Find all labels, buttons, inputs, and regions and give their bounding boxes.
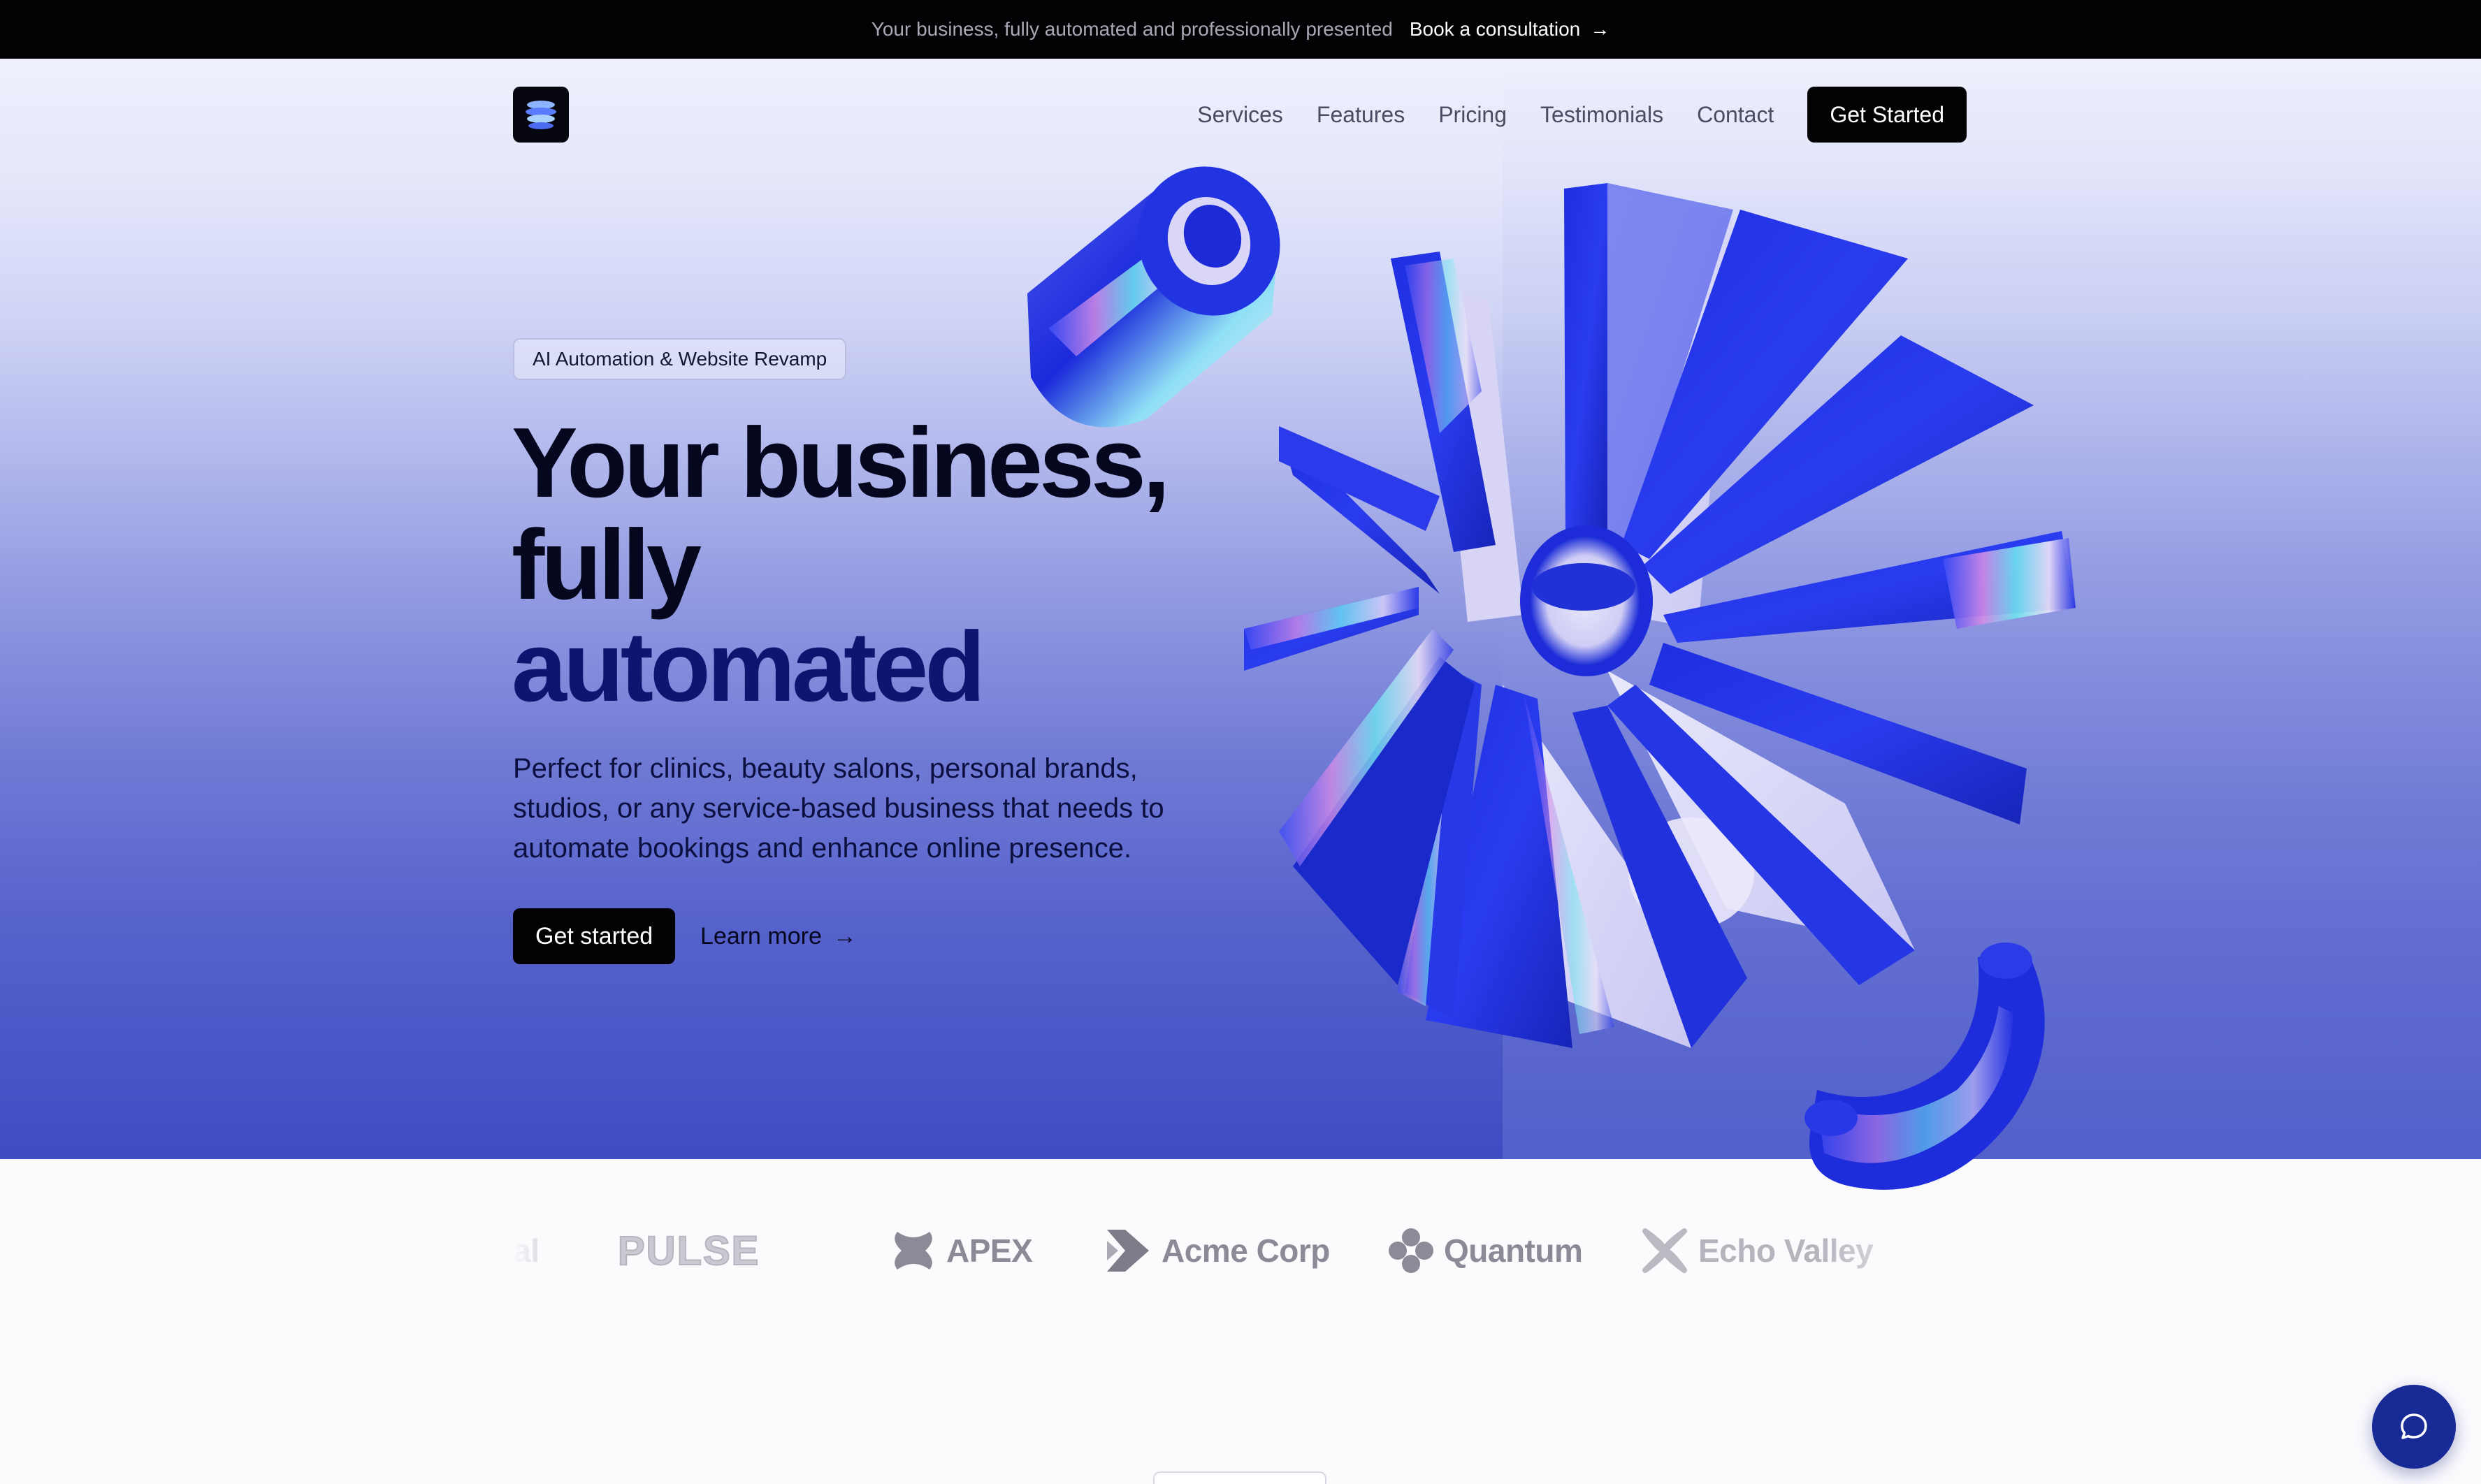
logo-fade-right [1817,1209,1971,1293]
main-nav: Services Features Pricing Testimonials C… [1197,87,1967,143]
nav-testimonials[interactable]: Testimonials [1540,102,1663,128]
logo-fade-left [513,1209,611,1293]
chat-bubble-icon [2401,1413,2427,1439]
x-petal-icon [1642,1228,1687,1273]
nav-services[interactable]: Services [1197,102,1283,128]
client-logo-strip: al PULSE APEX Acme Corp Quantum Echo Val… [513,1216,1967,1286]
learn-more-link[interactable]: Learn more → [700,908,857,964]
logo-quantum-label: Quantum [1444,1232,1583,1269]
logo-acme-corp: Acme Corp [1104,1216,1330,1286]
arrow-right-icon: → [832,922,857,950]
nav-pricing[interactable]: Pricing [1438,102,1507,128]
logo-apex-label: APEX [946,1232,1033,1269]
book-consultation-link[interactable]: Book a consultation → [1410,18,1610,41]
section-label-pill [1153,1471,1326,1484]
logo-pulse-label: PULSE [617,1228,760,1274]
learn-more-label: Learn more [700,922,822,950]
announcement-bar: Your business, fully automated and profe… [0,0,2481,59]
get-started-nav-button[interactable]: Get Started [1807,87,1967,143]
get-started-button[interactable]: Get started [513,908,676,964]
headline-line-2: fully [512,509,702,620]
hero-headline: Your business, fully automated [512,412,1280,718]
chevron-stack-icon [1107,1230,1149,1272]
clover-icon [1389,1228,1433,1273]
x-blob-icon [895,1232,932,1270]
nav-contact[interactable]: Contact [1697,102,1774,128]
headline-line-1: Your business, [512,407,1170,518]
chat-button[interactable] [2372,1385,2456,1469]
hero-glow [1503,59,2481,1159]
arrow-right-icon: → [1590,18,1610,40]
brand-logo[interactable] [513,87,569,143]
logo-quantum: Quantum [1388,1216,1583,1286]
layered-spiral-logo-icon [526,101,556,129]
logo-pulse: PULSE [617,1216,760,1286]
hero-badge: AI Automation & Website Revamp [513,338,847,380]
logo-apex: APEX [890,1216,1033,1286]
headline-line-3: automated [512,611,985,722]
book-consultation-label: Book a consultation [1409,18,1581,40]
logo-acme-corp-label: Acme Corp [1162,1232,1330,1269]
hero-subcopy: Perfect for clinics, beauty salons, pers… [513,753,1164,864]
announcement-text: Your business, fully automated and profe… [871,18,1393,40]
nav-features[interactable]: Features [1317,102,1405,128]
